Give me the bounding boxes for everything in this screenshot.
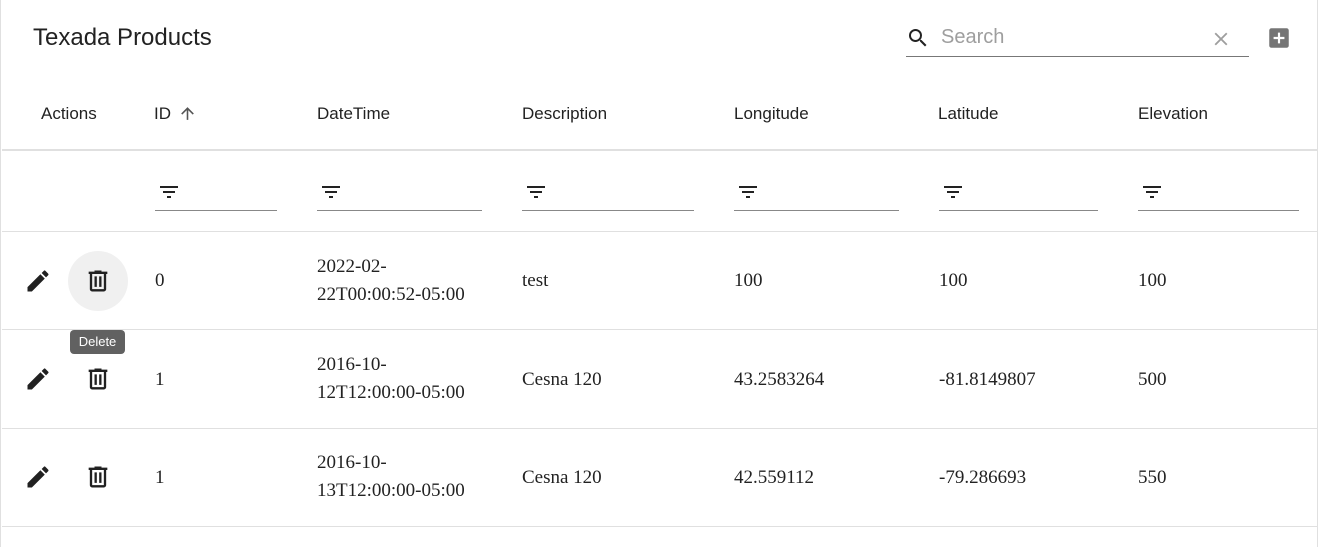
filter-field-id[interactable] xyxy=(155,176,277,211)
trash-icon xyxy=(88,368,108,390)
cell-description: test xyxy=(522,270,549,291)
cell-longitude: 42.559112 xyxy=(734,467,815,488)
header-row xyxy=(2,0,1318,151)
datetime-line: 2016-10- xyxy=(317,452,387,473)
cell-id: 1 xyxy=(155,467,165,488)
filter-icon xyxy=(160,186,178,198)
trash-icon xyxy=(88,270,108,292)
edit-button[interactable] xyxy=(8,349,68,409)
cell-latitude: 100 xyxy=(939,270,968,291)
table-row xyxy=(2,429,1318,527)
cell-id: 0 xyxy=(155,270,165,291)
filter-field-elevation[interactable] xyxy=(1138,176,1299,211)
datetime-line: 12T12:00:00-05:00 xyxy=(317,382,465,403)
column-header-id[interactable]: ID xyxy=(154,104,171,124)
filter-icon xyxy=(527,186,545,198)
filter-field-description[interactable] xyxy=(522,176,694,211)
pencil-icon xyxy=(27,368,49,390)
cell-elevation: 550 xyxy=(1138,467,1167,488)
filter-field-longitude[interactable] xyxy=(734,176,899,211)
datetime-line: 2022-02- xyxy=(317,256,387,277)
datetime-line: 22T00:00:52-05:00 xyxy=(317,284,465,305)
cell-id: 1 xyxy=(155,369,165,390)
column-header-longitude[interactable]: Longitude xyxy=(734,104,809,124)
filter-icon xyxy=(1143,186,1161,198)
cell-longitude: 100 xyxy=(734,270,763,291)
delete-button[interactable] xyxy=(68,447,128,507)
delete-tooltip: Delete xyxy=(70,330,125,354)
delete-button[interactable] xyxy=(68,349,128,409)
filter-icon xyxy=(739,186,757,198)
datetime-line: 2016-10- xyxy=(317,354,387,375)
datetime-line: 13T12:00:00-05:00 xyxy=(317,480,465,501)
cell-datetime: 2016-10- 13T12:00:00-05:00 xyxy=(317,449,465,505)
cell-datetime: 2016-10- 12T12:00:00-05:00 xyxy=(317,351,465,407)
column-header-datetime[interactable]: DateTime xyxy=(317,104,390,124)
column-header-actions: Actions xyxy=(41,104,97,123)
pencil-icon xyxy=(27,270,49,292)
filter-field-latitude[interactable] xyxy=(939,176,1098,211)
filter-icon xyxy=(944,186,962,198)
column-header-elevation[interactable]: Elevation xyxy=(1138,104,1208,124)
filter-icon xyxy=(322,186,340,198)
cell-datetime: 2022-02- 22T00:00:52-05:00 xyxy=(317,253,465,309)
delete-button[interactable] xyxy=(68,251,128,311)
table-row xyxy=(2,232,1318,330)
table-panel: Texada Products Actions ID DateTime Desc… xyxy=(0,0,1318,547)
cell-description: Cesna 120 xyxy=(522,467,602,488)
cell-description: Cesna 120 xyxy=(522,369,602,390)
column-header-latitude[interactable]: Latitude xyxy=(938,104,999,124)
cell-longitude: 43.2583264 xyxy=(734,369,825,390)
edit-button[interactable] xyxy=(8,447,68,507)
cell-elevation: 100 xyxy=(1138,270,1167,291)
filter-field-datetime[interactable] xyxy=(317,176,482,211)
cell-latitude: -79.286693 xyxy=(939,467,1027,488)
cell-latitude: -81.8149807 xyxy=(939,369,1036,390)
arrow-up-icon[interactable] xyxy=(178,104,197,123)
pencil-icon xyxy=(27,466,49,488)
trash-icon xyxy=(88,466,108,488)
edit-button[interactable] xyxy=(8,251,68,311)
table-row xyxy=(2,330,1318,429)
cell-elevation: 500 xyxy=(1138,369,1167,390)
column-header-description[interactable]: Description xyxy=(522,104,607,124)
